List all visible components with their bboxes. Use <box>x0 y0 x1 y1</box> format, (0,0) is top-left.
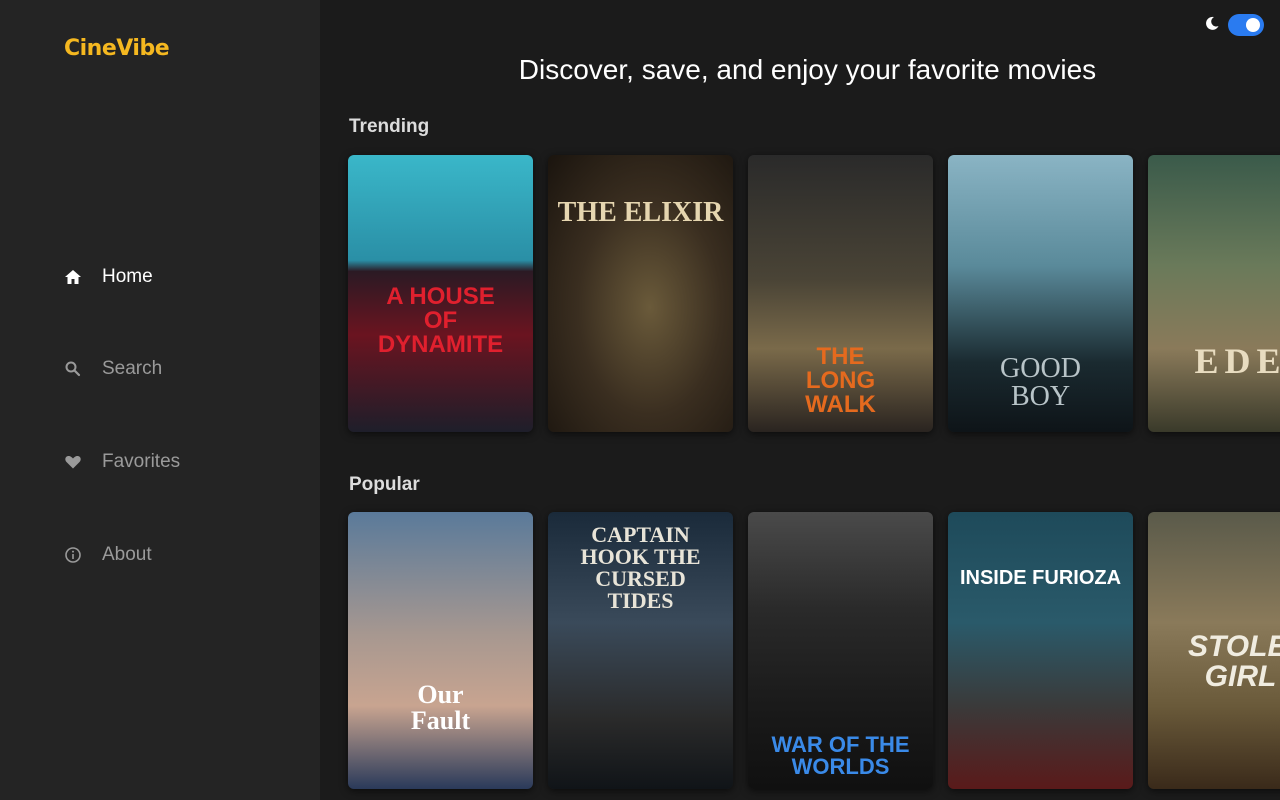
movie-poster[interactable]: WAR OF THE WORLDS <box>748 512 933 789</box>
moon-icon <box>1204 15 1220 36</box>
poster-title: CAPTAIN HOOK THE CURSED TIDES <box>580 522 701 613</box>
movie-poster[interactable]: EDE <box>1148 155 1280 432</box>
poster-title: EDE <box>1194 341 1280 381</box>
heart-icon <box>64 453 82 471</box>
movie-poster[interactable]: A HOUSE OF DYNAMITE <box>348 155 533 432</box>
sidebar-item-label: Favorites <box>102 451 181 472</box>
theme-toggle-group <box>1204 14 1264 36</box>
sidebar: CineVibe Home Search Favorites About <box>0 0 320 800</box>
movie-poster[interactable]: THE ELIXIR <box>548 155 733 432</box>
poster-title: Our Fault <box>410 680 471 735</box>
section-title-popular: Popular <box>349 474 420 495</box>
page-title: Discover, save, and enjoy your favorite … <box>518 54 1097 85</box>
sidebar-item-label: About <box>102 544 152 565</box>
poster-title: A HOUSE OF DYNAMITE <box>377 283 504 358</box>
poster-title: GOOD BOY <box>1000 353 1081 412</box>
sidebar-item-about[interactable]: About <box>64 540 264 570</box>
search-icon <box>64 360 82 378</box>
movie-poster[interactable]: THE LONG WALK <box>748 155 933 432</box>
sidebar-item-label: Search <box>102 358 163 379</box>
poster-title: INSIDE FURIOZA <box>959 567 1122 589</box>
trending-row[interactable]: A HOUSE OF DYNAMITE THE ELIXIR THE LONG … <box>348 155 1280 432</box>
sidebar-item-home[interactable]: Home <box>64 262 264 292</box>
poster-title: STOLEN GIRL <box>1188 630 1280 693</box>
info-icon <box>64 546 82 564</box>
main-content: Discover, save, and enjoy your favorite … <box>320 0 1280 800</box>
movie-poster[interactable]: INSIDE FURIOZA <box>948 512 1133 789</box>
movie-poster[interactable]: CAPTAIN HOOK THE CURSED TIDES <box>548 512 733 789</box>
theme-toggle[interactable] <box>1228 14 1264 36</box>
toggle-knob <box>1246 18 1260 32</box>
poster-title: WAR OF THE WORLDS <box>771 732 910 779</box>
sidebar-item-favorites[interactable]: Favorites <box>64 447 264 477</box>
poster-title: THE ELIXIR <box>557 197 724 228</box>
movie-poster[interactable]: GOOD BOY <box>948 155 1133 432</box>
sidebar-item-label: Home <box>102 266 153 287</box>
app-logo[interactable]: CineVibe <box>64 36 170 61</box>
movie-poster[interactable]: Our Fault <box>348 512 533 789</box>
home-icon <box>64 268 82 286</box>
movie-poster[interactable]: STOLEN GIRL <box>1148 512 1280 789</box>
sidebar-item-search[interactable]: Search <box>64 354 264 384</box>
popular-row[interactable]: Our Fault CAPTAIN HOOK THE CURSED TIDES … <box>348 512 1280 789</box>
section-title-trending: Trending <box>349 116 430 137</box>
poster-title: THE LONG WALK <box>805 343 876 418</box>
